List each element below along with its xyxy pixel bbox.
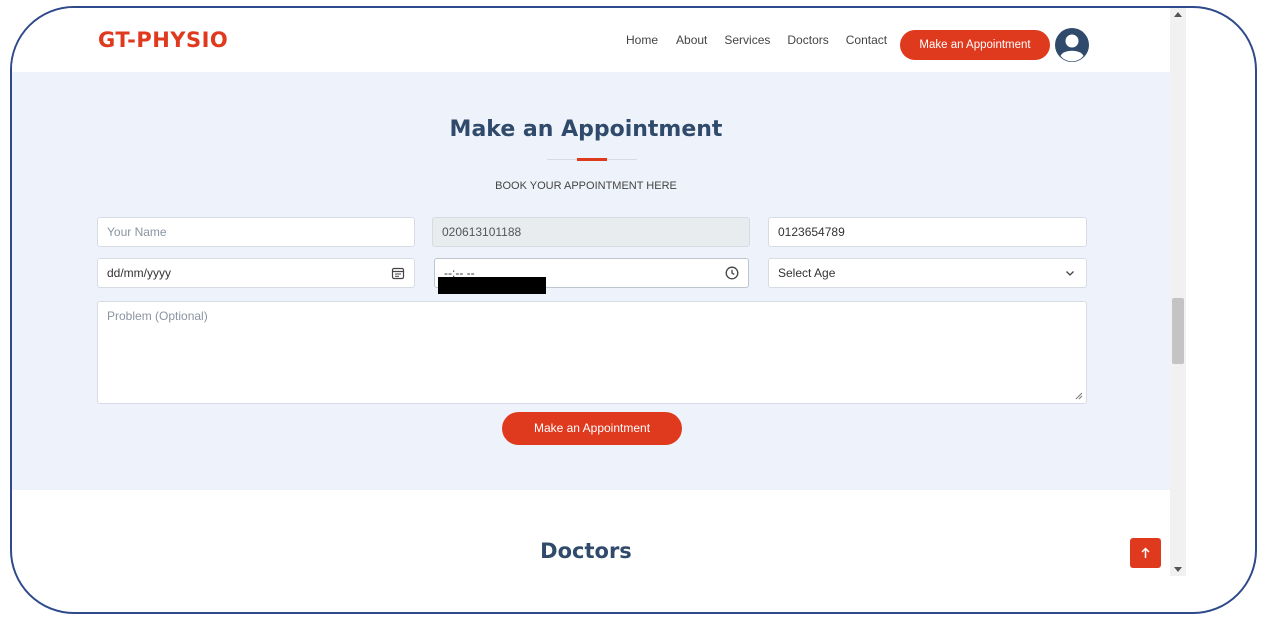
title-accent-bar — [577, 158, 607, 161]
age-select-label: Select Age — [778, 266, 836, 280]
nav-services[interactable]: Services — [724, 33, 770, 47]
arrow-up-icon — [1141, 547, 1150, 558]
appointment-subtitle: BOOK YOUR APPOINTMENT HERE — [495, 180, 677, 192]
appointment-title: Make an Appointment — [449, 117, 723, 142]
nav-home[interactable]: Home — [626, 33, 658, 47]
nav-about[interactable]: About — [676, 33, 707, 47]
calendar-icon[interactable] — [391, 266, 405, 280]
problem-placeholder: Problem (Optional) — [107, 309, 208, 323]
scroll-down-arrow-icon[interactable] — [1174, 567, 1182, 572]
main-nav: Home About Services Doctors Contact — [626, 33, 904, 47]
nav-doctors[interactable]: Doctors — [787, 33, 828, 47]
user-avatar-icon[interactable] — [1055, 28, 1089, 62]
scroll-up-arrow-icon[interactable] — [1174, 12, 1182, 17]
back-to-top-button[interactable] — [1130, 538, 1161, 568]
redaction-block — [438, 277, 546, 294]
page: GT-PHYSIO Home About Services Doctors Co… — [12, 8, 1255, 612]
submit-appointment-button[interactable]: Make an Appointment — [502, 412, 682, 445]
name-input[interactable]: Your Name — [97, 217, 415, 247]
second-phone-input[interactable]: 0123654789 — [768, 217, 1087, 247]
problem-textarea[interactable]: Problem (Optional) — [97, 301, 1087, 404]
annotation-frame: GT-PHYSIO Home About Services Doctors Co… — [10, 6, 1257, 614]
header-appointment-button[interactable]: Make an Appointment — [900, 30, 1050, 60]
clock-icon[interactable] — [725, 266, 739, 280]
date-placeholder: dd/mm/yyyy — [107, 266, 172, 280]
vertical-scrollbar[interactable] — [1170, 8, 1186, 576]
chevron-down-icon — [1066, 271, 1074, 276]
scrollbar-thumb[interactable] — [1172, 298, 1184, 364]
doctors-heading: Doctors — [540, 539, 632, 563]
phone-input[interactable]: 020613101188 — [432, 217, 750, 247]
site-header: GT-PHYSIO Home About Services Doctors Co… — [12, 8, 1170, 72]
date-input[interactable]: dd/mm/yyyy — [97, 258, 415, 288]
resize-handle-icon[interactable] — [1075, 392, 1083, 400]
nav-contact[interactable]: Contact — [846, 33, 887, 47]
site-logo[interactable]: GT-PHYSIO — [98, 28, 228, 52]
age-select[interactable]: Select Age — [768, 258, 1087, 288]
